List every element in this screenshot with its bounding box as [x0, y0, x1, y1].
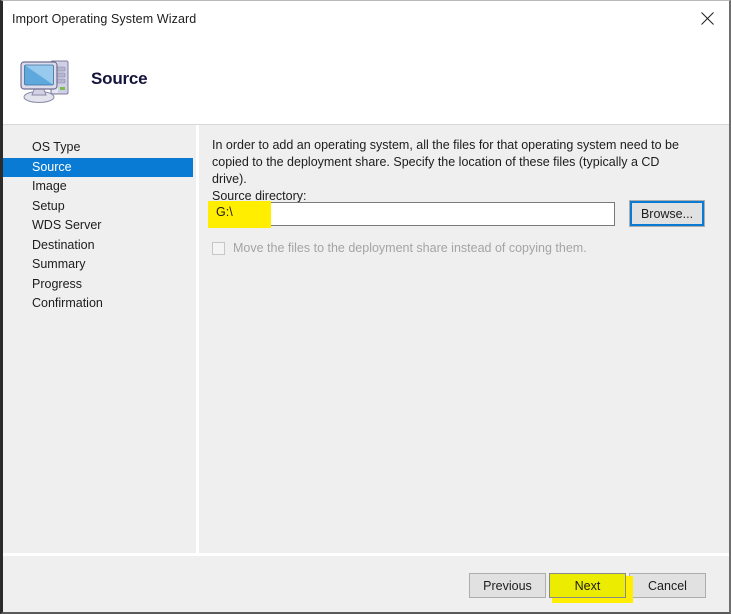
- sidebar-item-confirmation[interactable]: Confirmation: [3, 294, 196, 314]
- footer-button-bar: Previous Next Cancel: [3, 556, 729, 612]
- wizard-steps-list: OS Type Source Image Setup WDS Server De…: [3, 138, 196, 314]
- page-title: Source: [91, 69, 148, 88]
- move-files-checkbox[interactable]: [212, 242, 225, 255]
- wizard-window: Import Operating System Wizard Source OS…: [0, 0, 731, 614]
- sidebar-item-image[interactable]: Image: [3, 177, 196, 197]
- sidebar-item-wds-server[interactable]: WDS Server: [3, 216, 196, 236]
- body-area: OS Type Source Image Setup WDS Server De…: [3, 125, 729, 612]
- sidebar-item-summary[interactable]: Summary: [3, 255, 196, 275]
- browse-button[interactable]: Browse...: [629, 200, 705, 227]
- sidebar-item-destination[interactable]: Destination: [3, 236, 196, 256]
- source-directory-label: Source directory:: [212, 189, 307, 203]
- sidebar-item-progress[interactable]: Progress: [3, 275, 196, 295]
- wizard-steps-sidebar: OS Type Source Image Setup WDS Server De…: [3, 125, 199, 612]
- move-files-checkbox-label: Move the files to the deployment share i…: [233, 241, 587, 255]
- window-title: Import Operating System Wizard: [12, 12, 197, 26]
- sidebar-item-source[interactable]: Source: [3, 157, 193, 177]
- header-banner: Source: [3, 37, 729, 125]
- source-directory-input[interactable]: [212, 202, 615, 226]
- computer-icon: [18, 55, 76, 107]
- close-button[interactable]: [685, 1, 729, 33]
- source-directory-row: G:\ Browse...: [208, 200, 729, 228]
- main-panel: In order to add an operating system, all…: [199, 125, 729, 612]
- close-icon: [701, 12, 714, 25]
- description-text: In order to add an operating system, all…: [212, 138, 679, 186]
- sidebar-item-setup[interactable]: Setup: [3, 197, 196, 217]
- next-button[interactable]: Next: [549, 573, 626, 598]
- sidebar-item-os-type[interactable]: OS Type: [3, 138, 196, 158]
- title-bar: Import Operating System Wizard: [3, 1, 729, 37]
- cancel-button[interactable]: Cancel: [629, 573, 706, 598]
- previous-button[interactable]: Previous: [469, 573, 546, 598]
